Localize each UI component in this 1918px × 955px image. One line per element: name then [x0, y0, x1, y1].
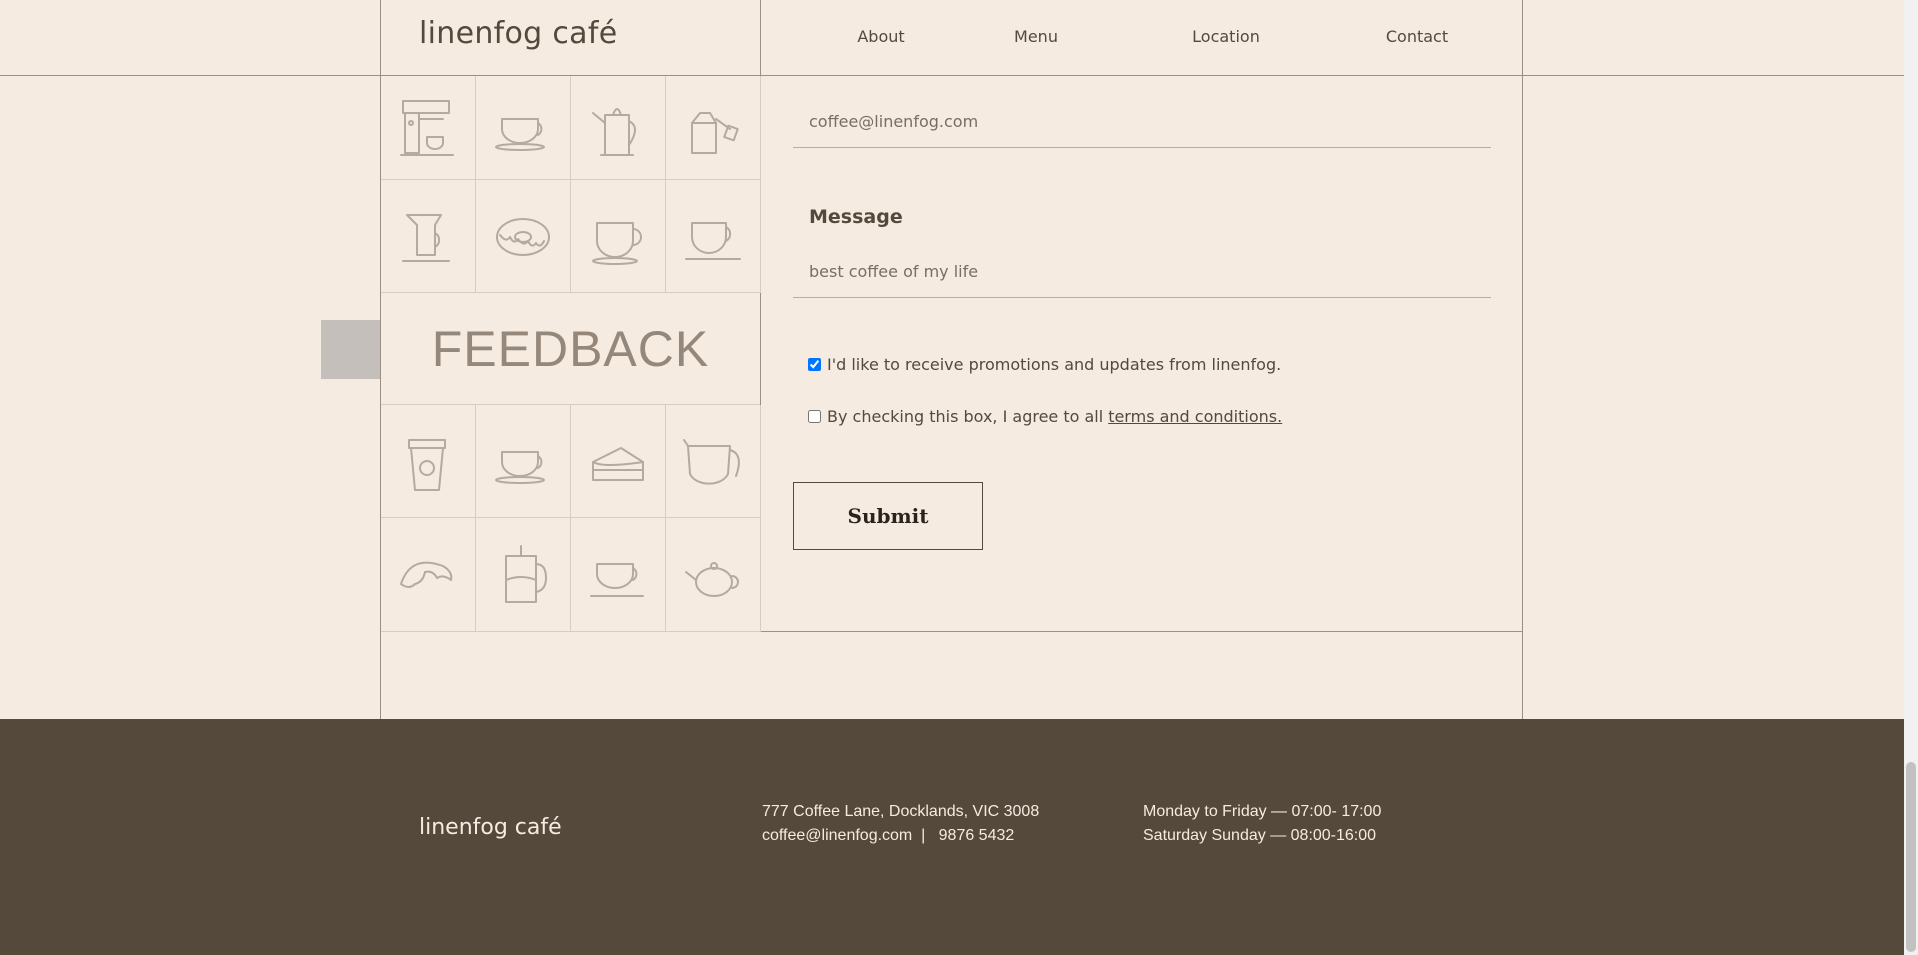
cake-slice-icon	[571, 405, 666, 518]
coffee-cup-icon	[476, 405, 571, 518]
message-field[interactable]: best coffee of my life	[809, 262, 978, 281]
teapot-icon	[666, 518, 761, 632]
message-field-underline	[793, 297, 1491, 298]
donut-icon	[476, 180, 571, 293]
nav-menu[interactable]: Menu	[976, 27, 1096, 46]
feedback-heading-band: FEEDBACK	[381, 293, 760, 405]
promo-checkbox-row: I'd like to receive promotions and updat…	[808, 355, 1281, 374]
header-divider	[380, 0, 381, 76]
tea-bag-icon	[666, 76, 761, 180]
teacup-icon	[666, 180, 761, 293]
terms-checkbox[interactable]	[808, 410, 821, 423]
nav-location[interactable]: Location	[1166, 27, 1286, 46]
site-logo[interactable]: linenfog café	[419, 16, 617, 51]
main-nav: About Menu Location Contact	[760, 0, 1523, 76]
footer-logo: linenfog café	[419, 815, 562, 840]
coffee-cup-icon	[476, 76, 571, 180]
nav-contact[interactable]: Contact	[1357, 27, 1477, 46]
message-label: Message	[809, 206, 903, 228]
promo-checkbox[interactable]	[808, 358, 821, 371]
coffee-pot-icon	[666, 405, 761, 518]
decorative-tab	[321, 320, 380, 379]
site-header: linenfog café About Menu Location Contac…	[0, 0, 1904, 76]
feedback-illustration-panel: FEEDBACK	[381, 76, 761, 632]
submit-button[interactable]: Submit	[793, 482, 983, 550]
feedback-title: FEEDBACK	[431, 320, 710, 377]
nav-about[interactable]: About	[821, 27, 941, 46]
cup-saucer-icon	[571, 518, 666, 632]
mug-icon	[571, 180, 666, 293]
promo-checkbox-label: I'd like to receive promotions and updat…	[827, 355, 1282, 374]
footer-address: 777 Coffee Lane, Docklands, VIC 3008	[762, 803, 1040, 820]
takeaway-cup-icon	[381, 405, 476, 518]
footer-hours-weekday: Monday to Friday — 07:00- 17:00	[1143, 803, 1382, 820]
site-footer: linenfog café 777 Coffee Lane, Docklands…	[0, 719, 1904, 955]
terms-checkbox-row: By checking this box, I agree to all ter…	[808, 407, 1282, 426]
email-field-underline	[793, 147, 1491, 148]
footer-hours-weekend: Saturday Sunday — 08:00-16:00	[1143, 827, 1377, 844]
terms-checkbox-label: By checking this box, I agree to all	[827, 407, 1104, 426]
footer-contact: coffee@linenfog.com | 9876 5432	[762, 827, 1015, 844]
french-press-icon	[476, 518, 571, 632]
scrollbar-thumb[interactable]	[1906, 762, 1916, 952]
pour-over-dripper-icon	[381, 180, 476, 293]
terms-link[interactable]: terms and conditions.	[1108, 407, 1282, 426]
pour-over-kettle-icon	[571, 76, 666, 180]
croissant-icon	[381, 518, 476, 632]
espresso-machine-icon	[381, 76, 476, 180]
page-scrollbar[interactable]	[1904, 0, 1918, 955]
email-field[interactable]: coffee@linenfog.com	[809, 112, 978, 131]
